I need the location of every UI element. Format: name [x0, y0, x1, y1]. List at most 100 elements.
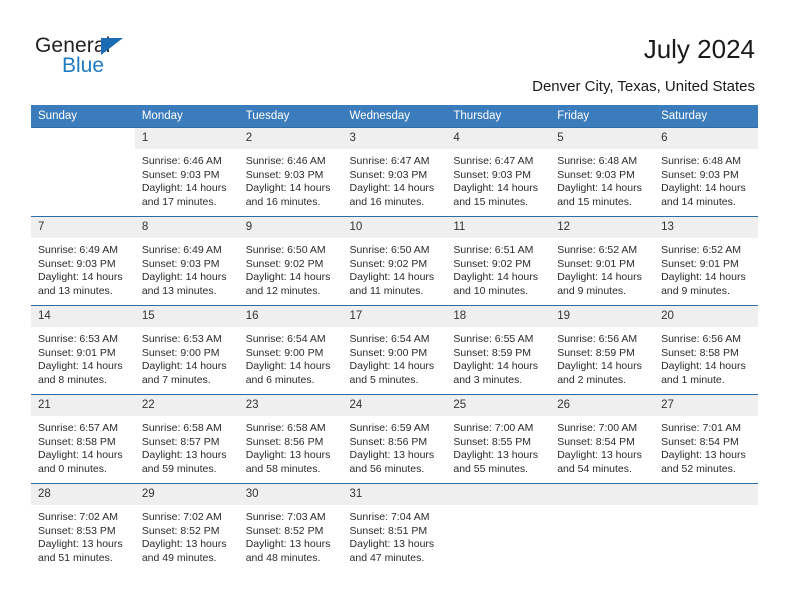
- sunset-text: Sunset: 9:03 PM: [245, 168, 324, 181]
- daylight-text-line2: and 14 minutes.: [661, 195, 736, 208]
- day-number: 28: [31, 484, 135, 505]
- calendar-day-cell[interactable]: 6 Sunrise: 6:48 AM Sunset: 9:03 PM Daylight…: [654, 127, 758, 217]
- calendar-day-cell[interactable]: 24 Sunrise: 6:59 AM Sunset: 8:56 PM Dayligh…: [342, 394, 447, 484]
- day-number: 8: [134, 217, 239, 238]
- calendar-day-cell[interactable]: 2 Sunrise: 6:46 AM Sunset: 9:03 PM Daylight…: [238, 127, 343, 217]
- calendar-day-cell[interactable]: 4 Sunrise: 6:47 AM Sunset: 9:03 PM Daylight…: [446, 127, 551, 217]
- day-sun-info: Sunrise: 6:56 AM Sunset: 8:59 PM Daylight:…: [550, 327, 654, 387]
- daylight-text-line1: Daylight: 13 hours: [245, 538, 331, 551]
- weekday-header-sunday: Sunday: [31, 105, 135, 128]
- calendar-day-cell[interactable]: 9 Sunrise: 6:50 AM Sunset: 9:02 PM Daylight…: [238, 216, 343, 306]
- day-number: 19: [550, 306, 655, 327]
- calendar-day-cell[interactable]: 11 Sunrise: 6:51 AM Sunset: 9:02 PM Dayligh…: [446, 216, 551, 306]
- calendar-day-cell[interactable]: 29 Sunrise: 7:02 AM Sunset: 8:52 PM Dayligh…: [134, 483, 239, 572]
- daylight-text-line2: and 15 minutes.: [453, 195, 529, 208]
- day-number: 7: [31, 217, 135, 238]
- calendar-day-cell[interactable]: 7 Sunrise: 6:49 AM Sunset: 9:03 PM Daylight…: [31, 216, 135, 306]
- sunrise-text: Sunrise: 6:59 AM: [349, 422, 430, 434]
- day-cell-content: 9 Sunrise: 6:50 AM Sunset: 9:02 PM Daylight…: [238, 217, 343, 305]
- calendar-day-cell[interactable]: 3 Sunrise: 6:47 AM Sunset: 9:03 PM Daylight…: [342, 127, 447, 217]
- calendar-day-cell[interactable]: 14 Sunrise: 6:53 AM Sunset: 9:01 PM Dayligh…: [31, 305, 135, 395]
- sunrise-text: Sunrise: 6:47 AM: [453, 155, 534, 167]
- daylight-text-line2: and 3 minutes.: [453, 373, 523, 386]
- calendar-day-cell[interactable]: 1 Sunrise: 6:46 AM Sunset: 9:03 PM Daylight…: [134, 127, 239, 217]
- calendar-day-cell[interactable]: 23 Sunrise: 6:58 AM Sunset: 8:56 PM Dayligh…: [238, 394, 343, 484]
- day-number: 9: [238, 217, 343, 238]
- calendar-day-cell[interactable]: 25 Sunrise: 7:00 AM Sunset: 8:55 PM Dayligh…: [446, 394, 551, 484]
- sunrise-text: Sunrise: 7:03 AM: [245, 511, 326, 523]
- day-number: 11: [446, 217, 551, 238]
- day-sun-info: Sunrise: 6:48 AM Sunset: 9:03 PM Daylight:…: [550, 149, 654, 209]
- day-cell-content: 28 Sunrise: 7:02 AM Sunset: 8:53 PM Dayligh…: [31, 484, 135, 572]
- sunrise-text: Sunrise: 6:53 AM: [141, 333, 222, 345]
- daylight-text-line2: and 5 minutes.: [349, 373, 419, 386]
- sunrise-text: Sunrise: 7:00 AM: [557, 422, 638, 434]
- day-cell-content: 20 Sunrise: 6:56 AM Sunset: 8:58 PM Dayligh…: [654, 306, 758, 394]
- day-cell-content: 14 Sunrise: 6:53 AM Sunset: 9:01 PM Dayligh…: [31, 306, 135, 394]
- sunset-text: Sunset: 9:02 PM: [349, 257, 428, 270]
- day-sun-info: Sunrise: 7:03 AM Sunset: 8:52 PM Daylight:…: [239, 505, 343, 565]
- calendar-day-cell[interactable]: 31 Sunrise: 7:04 AM Sunset: 8:51 PM Dayligh…: [342, 483, 447, 572]
- calendar-day-cell[interactable]: 5 Sunrise: 6:48 AM Sunset: 9:03 PM Daylight…: [550, 127, 655, 217]
- day-sun-info: Sunrise: 6:49 AM Sunset: 9:03 PM Daylight:…: [31, 238, 135, 298]
- calendar-day-cell[interactable]: 13 Sunrise: 6:52 AM Sunset: 9:01 PM Dayligh…: [654, 216, 758, 306]
- calendar-week-row: 14 Sunrise: 6:53 AM Sunset: 9:01 PM Dayligh…: [31, 305, 758, 395]
- day-number: 3: [342, 128, 447, 149]
- logo-text-blue: Blue: [62, 54, 105, 77]
- daylight-text-line1: Daylight: 14 hours: [245, 182, 331, 195]
- day-sun-info: Sunrise: 6:49 AM Sunset: 9:03 PM Daylight:…: [135, 238, 239, 298]
- daylight-text-line1: Daylight: 14 hours: [557, 271, 642, 284]
- calendar-day-cell[interactable]: 26 Sunrise: 7:00 AM Sunset: 8:54 PM Dayligh…: [550, 394, 655, 484]
- calendar-table: Sunday Monday Tuesday Wednesday Thursday…: [31, 105, 758, 572]
- calendar-day-cell[interactable]: 17 Sunrise: 6:54 AM Sunset: 9:00 PM Dayligh…: [342, 305, 447, 395]
- sunset-text: Sunset: 9:03 PM: [141, 168, 220, 181]
- day-sun-info: Sunrise: 6:50 AM Sunset: 9:02 PM Daylight:…: [343, 238, 447, 298]
- daylight-text-line1: Daylight: 13 hours: [38, 538, 123, 551]
- calendar-day-cell[interactable]: 19 Sunrise: 6:56 AM Sunset: 8:59 PM Dayligh…: [550, 305, 655, 395]
- calendar-day-cell[interactable]: 16 Sunrise: 6:54 AM Sunset: 9:00 PM Dayligh…: [238, 305, 343, 395]
- calendar-day-cell[interactable]: 20 Sunrise: 6:56 AM Sunset: 8:58 PM Dayligh…: [654, 305, 758, 395]
- day-cell-content: [654, 484, 758, 572]
- daylight-text-line1: Daylight: 14 hours: [38, 271, 123, 284]
- day-sun-info: Sunrise: 6:58 AM Sunset: 8:57 PM Daylight:…: [135, 416, 239, 476]
- sunset-text: Sunset: 8:55 PM: [453, 435, 532, 448]
- sunset-text: Sunset: 8:52 PM: [245, 524, 324, 537]
- day-sun-info: Sunrise: 7:02 AM Sunset: 8:53 PM Daylight:…: [31, 505, 135, 565]
- day-number: 16: [238, 306, 343, 327]
- sunset-text: Sunset: 8:57 PM: [141, 435, 220, 448]
- general-blue-logo[interactable]: General Blue: [35, 35, 145, 81]
- daylight-text-line1: Daylight: 14 hours: [661, 360, 746, 373]
- daylight-text-line1: Daylight: 13 hours: [453, 449, 539, 462]
- calendar-day-cell[interactable]: 8 Sunrise: 6:49 AM Sunset: 9:03 PM Daylight…: [134, 216, 239, 306]
- calendar-day-cell[interactable]: 22 Sunrise: 6:58 AM Sunset: 8:57 PM Dayligh…: [134, 394, 239, 484]
- calendar-day-cell[interactable]: 15 Sunrise: 6:53 AM Sunset: 9:00 PM Dayligh…: [134, 305, 239, 395]
- sunrise-text: Sunrise: 6:49 AM: [141, 244, 222, 256]
- calendar-day-cell[interactable]: 28 Sunrise: 7:02 AM Sunset: 8:53 PM Dayligh…: [31, 483, 135, 572]
- calendar-page: General Blue July 2024 Denver City, Texa…: [0, 0, 792, 612]
- calendar-day-cell-empty: [550, 483, 655, 572]
- day-sun-info: Sunrise: 6:58 AM Sunset: 8:56 PM Daylight:…: [239, 416, 343, 476]
- calendar-day-cell[interactable]: 10 Sunrise: 6:50 AM Sunset: 9:02 PM Dayligh…: [342, 216, 447, 306]
- daylight-text-line1: Daylight: 14 hours: [661, 271, 746, 284]
- day-cell-content: 8 Sunrise: 6:49 AM Sunset: 9:03 PM Daylight…: [134, 217, 239, 305]
- calendar-day-cell[interactable]: 27 Sunrise: 7:01 AM Sunset: 8:54 PM Dayligh…: [654, 394, 758, 484]
- day-cell-content: 21 Sunrise: 6:57 AM Sunset: 8:58 PM Dayligh…: [31, 395, 135, 483]
- day-cell-content: 12 Sunrise: 6:52 AM Sunset: 9:01 PM Dayligh…: [550, 217, 655, 305]
- sunset-text: Sunset: 9:03 PM: [141, 257, 220, 270]
- sunset-text: Sunset: 9:02 PM: [245, 257, 324, 270]
- day-number: 5: [550, 128, 655, 149]
- sunset-text: Sunset: 9:03 PM: [349, 168, 428, 181]
- day-cell-content: 17 Sunrise: 6:54 AM Sunset: 9:00 PM Dayligh…: [342, 306, 447, 394]
- day-number: 10: [342, 217, 447, 238]
- calendar-day-cell[interactable]: 18 Sunrise: 6:55 AM Sunset: 8:59 PM Dayligh…: [446, 305, 551, 395]
- daylight-text-line1: Daylight: 14 hours: [245, 360, 331, 373]
- day-cell-content: 31 Sunrise: 7:04 AM Sunset: 8:51 PM Dayligh…: [342, 484, 447, 572]
- sunrise-text: Sunrise: 6:46 AM: [245, 155, 326, 167]
- weekday-header-tuesday: Tuesday: [238, 105, 343, 128]
- day-cell-content: 11 Sunrise: 6:51 AM Sunset: 9:02 PM Dayligh…: [446, 217, 551, 305]
- calendar-day-cell[interactable]: 21 Sunrise: 6:57 AM Sunset: 8:58 PM Dayligh…: [31, 394, 135, 484]
- sunset-text: Sunset: 9:00 PM: [141, 346, 220, 359]
- daylight-text-line2: and 15 minutes.: [557, 195, 632, 208]
- calendar-day-cell[interactable]: 30 Sunrise: 7:03 AM Sunset: 8:52 PM Dayligh…: [238, 483, 343, 572]
- calendar-day-cell[interactable]: 12 Sunrise: 6:52 AM Sunset: 9:01 PM Dayligh…: [550, 216, 655, 306]
